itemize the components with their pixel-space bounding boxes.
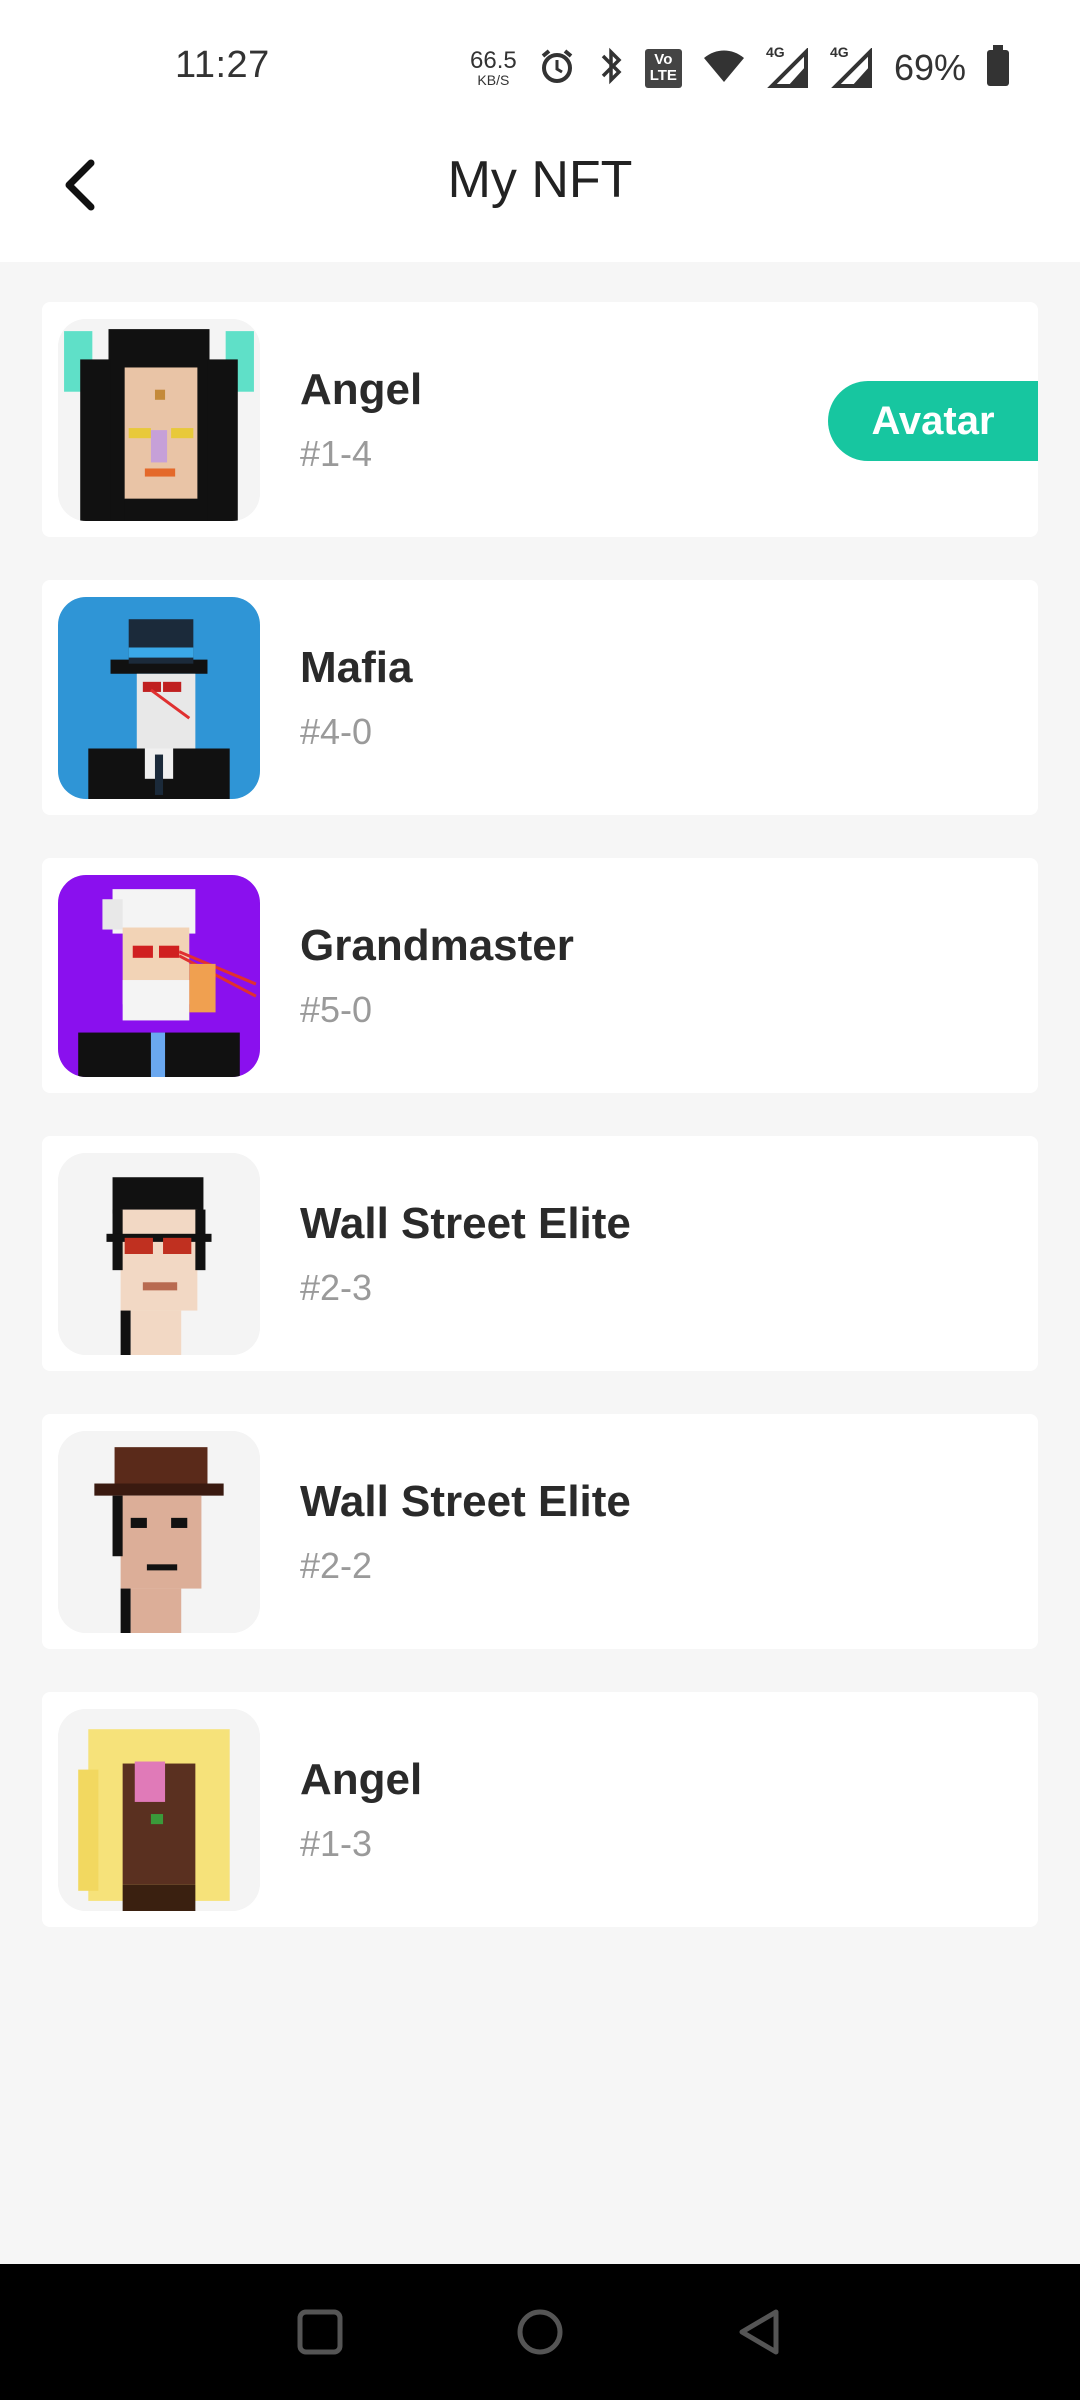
system-back-button[interactable] [730, 2302, 790, 2362]
nft-info: Angel #1-3 [300, 1755, 422, 1865]
nft-thumbnail [58, 318, 260, 521]
wall-street-elite-pixel-avatar-icon [58, 1152, 260, 1355]
nft-thumbnail [58, 1152, 260, 1355]
nft-card-mafia-4-0[interactable]: Mafia #4-0 [42, 580, 1038, 815]
nft-thumbnail [58, 1430, 260, 1633]
wifi-icon [702, 46, 746, 91]
nft-card-angel-1-3[interactable]: Angel #1-3 [42, 1692, 1038, 1927]
triangle-back-icon [730, 2309, 790, 2366]
signal-icon-1: 4G [766, 44, 810, 88]
nft-id: #5-0 [300, 988, 373, 1030]
wall-street-elite-hat-pixel-avatar-icon [58, 1430, 260, 1633]
nft-list: Angel #1-4 Avatar Mafia #4-0 Grandmaster… [42, 302, 1038, 1927]
navigation-bar [0, 2264, 1080, 2400]
nft-thumbnail [58, 1708, 260, 1911]
battery-percent: 69% [893, 47, 966, 88]
angel-blonde-pixel-avatar-icon [58, 1708, 260, 1911]
alarm-icon [537, 46, 577, 91]
nft-card-wall-street-elite-2-3[interactable]: Wall Street Elite #2-3 [42, 1136, 1038, 1371]
nft-info: Grandmaster #5-0 [300, 921, 574, 1031]
volte-label-1: Vo [654, 50, 673, 68]
avatar-tag: Avatar [828, 381, 1038, 461]
nft-id: #2-3 [300, 1266, 373, 1308]
net-speed-value: 66.5 [470, 47, 517, 74]
nft-info: Wall Street Elite #2-2 [300, 1477, 631, 1587]
signal-label-2: 4G [829, 44, 849, 60]
signal-icon-2: 4G [830, 44, 874, 88]
status-bar: 11:27 66.5 KB/S Vo LTE 4G 4G 69% [0, 0, 1080, 130]
nft-card-angel-1-4[interactable]: Angel #1-4 Avatar [42, 302, 1038, 537]
app-header: My NFT [0, 130, 1080, 262]
nft-id: #2-2 [300, 1544, 373, 1586]
mafia-pixel-avatar-icon [58, 596, 260, 799]
nft-thumbnail [58, 596, 260, 799]
signal-label-1: 4G [765, 44, 785, 60]
net-speed: 66.5 KB/S [470, 47, 517, 88]
recent-apps-button[interactable] [290, 2302, 350, 2362]
nft-name: Angel [300, 364, 423, 414]
home-button[interactable] [510, 2302, 570, 2362]
nft-name: Mafia [300, 642, 413, 692]
nft-info: Angel #1-4 [300, 365, 422, 475]
nft-id: #4-0 [300, 710, 373, 752]
page-title: My NFT [447, 151, 633, 209]
battery-icon [986, 44, 1010, 92]
status-time: 11:27 [175, 44, 270, 86]
square-icon [290, 2309, 350, 2366]
volte-icon: Vo LTE [644, 48, 682, 88]
status-icons: 66.5 KB/S Vo LTE 4G 4G 69% [470, 44, 1010, 92]
nft-info: Wall Street Elite #2-3 [300, 1199, 631, 1309]
nft-name: Grandmaster [300, 920, 574, 970]
nft-card-grandmaster-5-0[interactable]: Grandmaster #5-0 [42, 858, 1038, 1093]
nft-name: Wall Street Elite [300, 1198, 631, 1248]
angel-pixel-avatar-icon [58, 318, 260, 521]
nft-id: #1-4 [300, 432, 373, 474]
nft-info: Mafia #4-0 [300, 643, 412, 753]
nft-card-wall-street-elite-2-2[interactable]: Wall Street Elite #2-2 [42, 1414, 1038, 1649]
grandmaster-pixel-avatar-icon [58, 874, 260, 1077]
nft-name: Angel [300, 1754, 423, 1804]
nft-thumbnail [58, 874, 260, 1077]
net-speed-unit: KB/S [477, 72, 510, 88]
volte-label-2: LTE [649, 67, 677, 84]
nft-id: #1-3 [300, 1822, 373, 1864]
nft-name: Wall Street Elite [300, 1476, 631, 1526]
circle-icon [510, 2309, 570, 2366]
bluetooth-icon [597, 46, 625, 91]
